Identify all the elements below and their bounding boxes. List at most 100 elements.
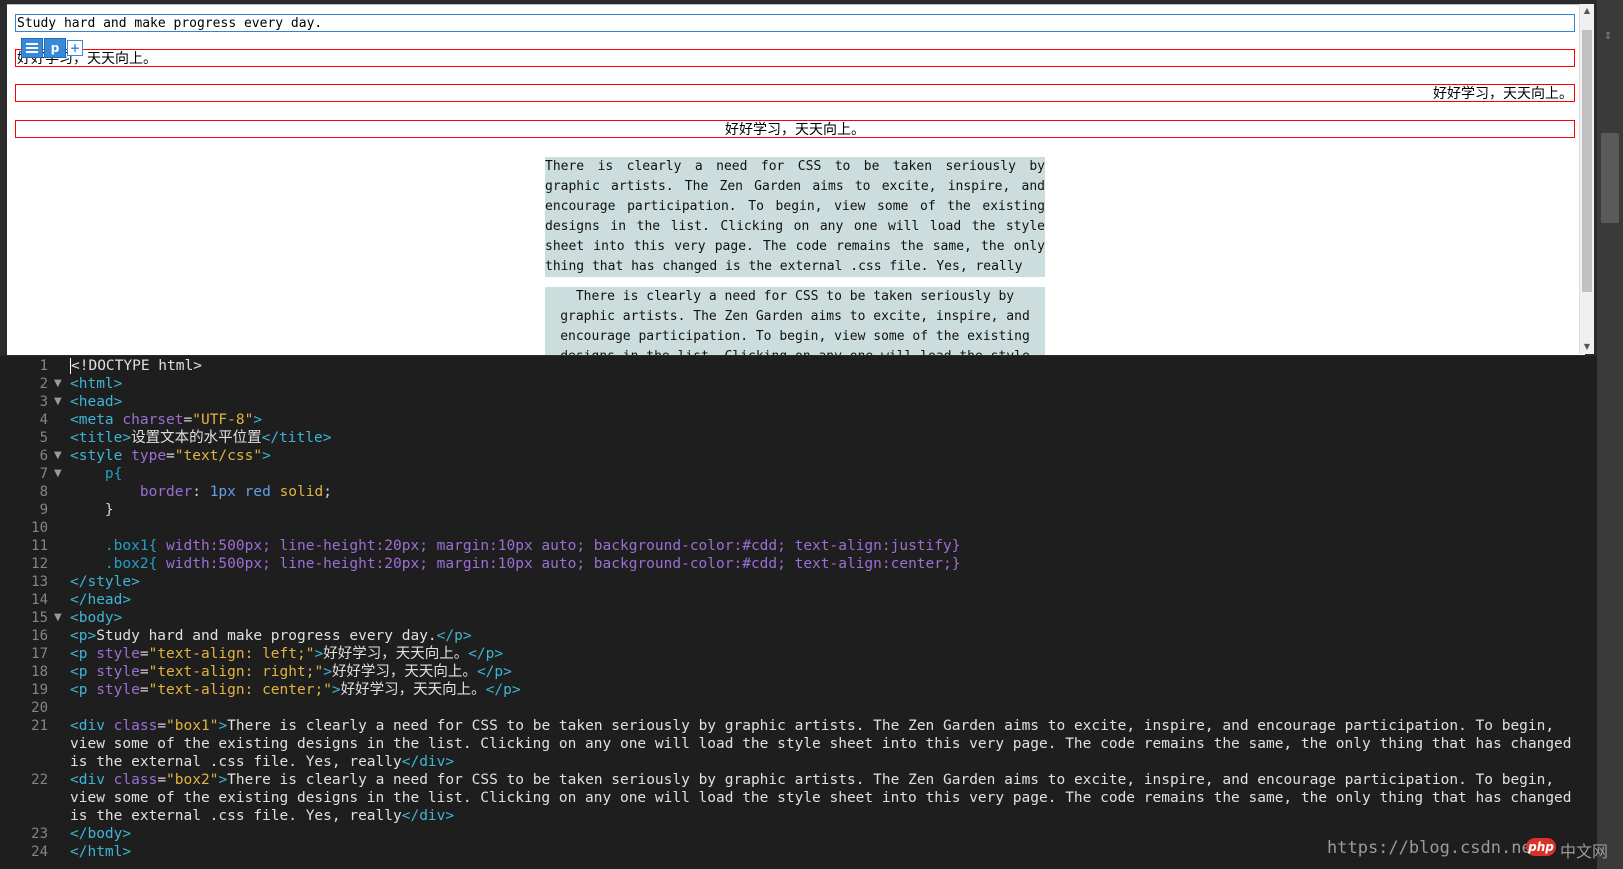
preview-paragraph-center: 好好学习，天天向上。 bbox=[15, 120, 1575, 138]
tag-token: </div> bbox=[401, 808, 455, 824]
code-line-3[interactable]: <head> bbox=[70, 393, 1590, 411]
code-line-4[interactable]: <meta charset="UTF-8"> bbox=[70, 411, 1590, 429]
line-number: 19 bbox=[31, 682, 48, 698]
number-token: 1px bbox=[209, 484, 236, 500]
keyword-token: red bbox=[244, 484, 271, 500]
menu-icon[interactable] bbox=[21, 38, 43, 58]
selector-token: .box2{ bbox=[104, 556, 158, 572]
text-token: 好好学习，天天向上。 bbox=[331, 664, 477, 680]
code-line-6[interactable]: <style type="text/css"> bbox=[70, 447, 1590, 465]
line-number: 6 bbox=[39, 448, 48, 464]
code-line-19[interactable]: <p style="text-align: center;">好好学习，天天向上… bbox=[70, 681, 1590, 699]
tag-token: > bbox=[262, 448, 271, 464]
value-token: "text/css" bbox=[174, 448, 263, 464]
tag-token: <p bbox=[70, 646, 88, 662]
declarations-token: width:500px; line-height:20px; margin:10… bbox=[166, 538, 961, 554]
line-number: 14 bbox=[31, 592, 48, 608]
text-token: Study hard and make progress every day. bbox=[96, 628, 437, 644]
code-line-14[interactable]: </head> bbox=[70, 591, 1590, 609]
preview-page: Study hard and make progress every day. … bbox=[7, 4, 1585, 355]
preview-scroll-thumb[interactable] bbox=[1582, 30, 1592, 292]
line-number: 9 bbox=[39, 502, 48, 518]
tag-token: > bbox=[253, 412, 263, 428]
attr-token: style bbox=[96, 664, 140, 680]
split-grip-icon[interactable]: ⇕ bbox=[1604, 31, 1616, 43]
editor-scrollbar[interactable] bbox=[1597, 0, 1623, 869]
line-number: 16 bbox=[31, 628, 48, 644]
line-number: 1 bbox=[39, 358, 48, 374]
code-line-18[interactable]: <p style="text-align: right;">好好学习，天天向上。… bbox=[70, 663, 1590, 681]
keyword-token: solid bbox=[279, 484, 324, 500]
editor-scroll-thumb[interactable] bbox=[1601, 133, 1619, 223]
code-line-12[interactable]: .box2{ width:500px; line-height:20px; ma… bbox=[70, 555, 1590, 573]
value-token: "box2" bbox=[166, 772, 219, 788]
property-token: border bbox=[139, 484, 193, 500]
line-number: 24 bbox=[31, 844, 48, 860]
text-token: There is clearly a need for CSS to be ta… bbox=[70, 772, 1572, 824]
line-number: 20 bbox=[31, 700, 48, 716]
add-element-button[interactable]: + bbox=[67, 40, 83, 56]
code-line-9[interactable]: } bbox=[70, 501, 1590, 519]
tag-token: </p> bbox=[485, 682, 521, 698]
tag-token: </head> bbox=[70, 592, 132, 608]
preview-paragraph-english[interactable]: Study hard and make progress every day. bbox=[15, 14, 1575, 32]
declarations-token: width:500px; line-height:20px; margin:10… bbox=[166, 556, 961, 572]
scroll-up-icon[interactable]: ▲ bbox=[1580, 4, 1594, 18]
text-token: There is clearly a need for CSS to be ta… bbox=[70, 718, 1572, 770]
fold-toggle-icon[interactable]: ▼ bbox=[54, 375, 64, 393]
tag-token: </title> bbox=[261, 430, 332, 446]
scroll-down-icon[interactable]: ▼ bbox=[1580, 340, 1594, 354]
preview-paragraph-left: 好好学习，天天向上。 bbox=[15, 49, 1575, 67]
code-line-22[interactable]: <div class="box2">There is clearly a nee… bbox=[70, 771, 1590, 825]
preview-scrollbar[interactable]: ▲ ▼ bbox=[1579, 4, 1594, 354]
fold-toggle-icon[interactable]: ▼ bbox=[54, 447, 64, 465]
code-line-21[interactable]: <div class="box1">There is clearly a nee… bbox=[70, 717, 1590, 771]
line-number: 23 bbox=[31, 826, 48, 842]
tag-token: <p> bbox=[70, 628, 97, 644]
fold-toggle-icon[interactable]: ▼ bbox=[54, 609, 64, 627]
attr-token: charset bbox=[122, 412, 184, 428]
value-token: "box1" bbox=[166, 718, 219, 734]
php-logo: php bbox=[1526, 838, 1556, 856]
fold-toggle-icon[interactable]: ▼ bbox=[54, 465, 64, 483]
code-line-15[interactable]: <body> bbox=[70, 609, 1590, 627]
code-line-1[interactable]: <!DOCTYPE html> bbox=[70, 357, 1590, 375]
selector-token: p{ bbox=[104, 466, 123, 482]
hamburger-icon bbox=[26, 43, 38, 53]
tag-token: </p> bbox=[436, 628, 472, 644]
tag-p-button[interactable]: p bbox=[44, 38, 66, 58]
text-token: 设置文本的水平位置 bbox=[131, 430, 262, 446]
tag-token: <head> bbox=[70, 394, 123, 410]
code-line-7[interactable]: p{ bbox=[70, 465, 1590, 483]
tag-token: <html> bbox=[70, 376, 123, 392]
code-line-8[interactable]: border: 1px red solid; bbox=[70, 483, 1590, 501]
line-number: 8 bbox=[39, 484, 48, 500]
attr-token: style bbox=[96, 682, 140, 698]
code-line-17[interactable]: <p style="text-align: left;">好好学习，天天向上。<… bbox=[70, 645, 1590, 663]
line-number: 5 bbox=[39, 430, 48, 446]
tag-token: </p> bbox=[476, 664, 512, 680]
value-token: "text-align: right;" bbox=[148, 664, 324, 680]
attr-token: style bbox=[96, 646, 140, 662]
line-number: 2 bbox=[39, 376, 48, 392]
text-token: 好好学习，天天向上。 bbox=[340, 682, 486, 698]
code-line-5[interactable]: <title>设置文本的水平位置</title> bbox=[70, 429, 1590, 447]
tag-token: <div bbox=[70, 772, 105, 788]
line-number: 18 bbox=[31, 664, 48, 680]
fold-toggle-icon[interactable]: ▼ bbox=[54, 393, 64, 411]
code-line-2[interactable]: <html> bbox=[70, 375, 1590, 393]
line-number: 17 bbox=[31, 646, 48, 662]
code-line-16[interactable]: <p>Study hard and make progress every da… bbox=[70, 627, 1590, 645]
preview-paragraph-right: 好好学习，天天向上。 bbox=[15, 84, 1575, 102]
line-number: 4 bbox=[39, 412, 48, 428]
line-number: 10 bbox=[31, 520, 48, 536]
line-number: 22 bbox=[31, 772, 48, 788]
code-line-13[interactable]: </style> bbox=[70, 573, 1590, 591]
tag-token: <meta bbox=[70, 412, 114, 428]
tag-token: </body> bbox=[70, 826, 132, 842]
tag-token: <title> bbox=[70, 430, 132, 446]
value-token: "text-align: center;" bbox=[148, 682, 332, 698]
code-line-11[interactable]: .box1{ width:500px; line-height:20px; ma… bbox=[70, 537, 1590, 555]
code-editor[interactable]: 1 2 3 4 5 6 7 8 9 10 11 12 13 14 15 16 1… bbox=[0, 357, 1597, 869]
value-token: "UTF-8" bbox=[192, 412, 254, 428]
